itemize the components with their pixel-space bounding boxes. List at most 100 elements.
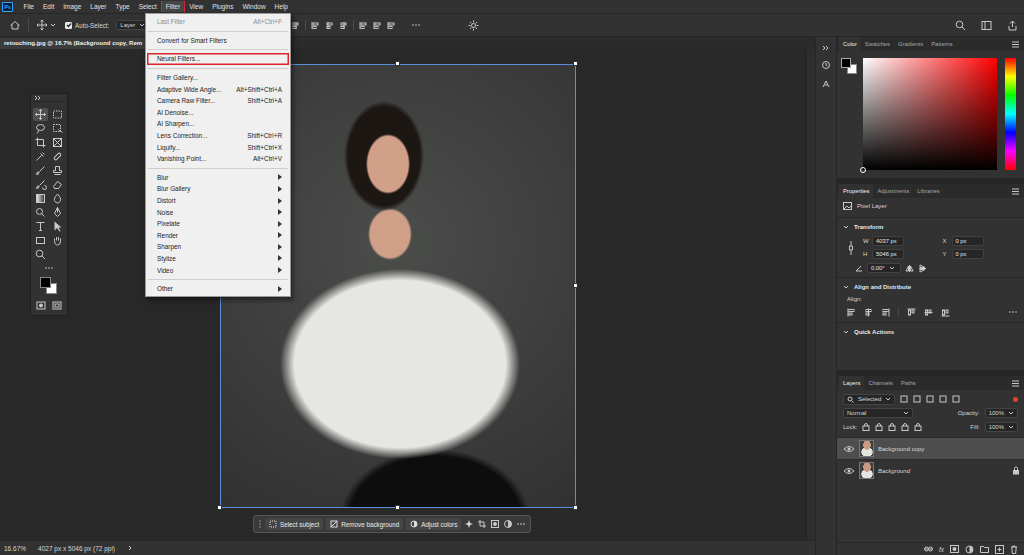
menu-item[interactable]: File [19,1,38,12]
menu-entry[interactable]: Noise [146,206,290,218]
menu-item[interactable]: Blur [147,172,289,184]
more-icon[interactable] [1008,309,1018,315]
lock-position-icon[interactable] [888,423,896,431]
adjustment-layer-icon[interactable] [965,545,974,554]
color-field[interactable] [863,58,997,170]
transform-section[interactable]: Transform [837,221,1024,233]
chevron-icon[interactable] [843,284,849,290]
align-icon[interactable] [847,308,856,317]
add-mask-icon[interactable] [950,545,959,553]
healing-icon[interactable] [50,150,65,163]
layer-filter-value[interactable]: Selected [858,396,881,402]
align-section-title[interactable]: Align and Distribute [854,284,911,290]
menu-item[interactable]: Convert for Smart Filters [147,35,289,47]
grip-icon[interactable] [258,519,262,529]
menu-item-label[interactable]: Render [157,232,178,239]
task-button[interactable]: Select subject [265,518,323,530]
share-icon[interactable] [1007,20,1018,31]
align-icon[interactable] [339,21,348,30]
menu-item[interactable]: Neural Filters... [147,53,289,65]
menu-item[interactable]: Filter Gallery... [147,72,289,84]
menu-entry[interactable]: Filter Gallery... [146,72,290,84]
menu-item[interactable]: Liquify...Shift+Ctrl+X [147,141,289,153]
character-icon[interactable] [821,79,831,89]
menu-item-state[interactable]: Video [157,267,173,274]
task-button-label[interactable]: Adjust colors [421,521,457,528]
layer-filter[interactable]: Selected [843,394,895,405]
document-title[interactable]: retouching.jpg @ 16.7% (Background copy,… [4,40,142,46]
task-button-label[interactable]: Remove background [341,521,399,528]
move-icon[interactable] [36,19,48,31]
chevron-down-icon[interactable] [50,22,56,28]
menu-item-state[interactable]: Stylize [157,255,176,262]
menu-entry[interactable]: AI Denoise... [146,107,290,119]
menu-item-label[interactable]: Neural Filters... [157,55,200,62]
field-value[interactable]: 0 px [956,238,967,244]
toolbox-grip[interactable] [34,94,64,102]
lock-pixels-icon[interactable] [862,423,870,431]
field-input[interactable]: 0 px [952,249,984,259]
menu-item-label[interactable]: Adaptive Wide Angle... [157,86,221,93]
color-swatches[interactable] [38,276,60,296]
panel-menu-icon[interactable] [1011,379,1020,388]
transform-section-title[interactable]: Transform [854,224,883,230]
hand-icon[interactable] [50,234,65,247]
menu-entry[interactable]: Distort [146,195,290,207]
panel-tab[interactable]: Adjustments [873,184,913,198]
transform-handle[interactable] [395,61,400,66]
menu-item-label[interactable]: Liquify... [157,144,180,151]
eraser-icon[interactable] [50,178,65,191]
lock-all-icon[interactable] [914,423,922,431]
adjustment-filter-icon[interactable] [913,395,921,403]
path-select-icon[interactable] [50,220,65,233]
menu-item[interactable]: Sharpen [147,241,289,253]
menu-item[interactable]: Stylize [147,253,289,265]
menu-item-state[interactable]: Convert for Smart Filters [157,37,227,44]
chevron-icon[interactable] [843,224,849,230]
quick-actions-section[interactable]: Quick Actions [837,326,1024,338]
menu-item-label[interactable]: Vanishing Point... [157,155,206,162]
menu-label[interactable]: Layer [87,1,110,12]
menu-entry[interactable]: Blur Gallery [146,183,290,195]
panel-tab[interactable]: Patterns [927,37,957,51]
link-layers-icon[interactable] [924,545,933,553]
hue-slider[interactable] [1005,58,1016,170]
home-icon[interactable] [9,19,21,31]
align-icon[interactable] [941,308,950,317]
align-section[interactable]: Align and Distribute [837,281,1024,293]
auto-select[interactable]: Auto-Select: [65,22,109,29]
chevron-icon[interactable] [843,329,849,335]
quick-mask-icon[interactable] [36,301,46,310]
fill-field[interactable]: 100% [985,422,1018,432]
menu-item[interactable]: AI Denoise... [147,107,289,119]
align-icon[interactable] [291,21,300,30]
menu-item[interactable]: Other [147,283,289,295]
menu-item-label[interactable]: Stylize [157,255,176,262]
frame-icon[interactable] [50,136,65,149]
menu-entry[interactable]: Neural Filters... [146,53,290,65]
task-button[interactable]: Remove background [326,518,403,530]
lasso-icon[interactable] [33,122,48,135]
menu-item-label[interactable]: Blur Gallery [157,185,190,192]
eye-icon[interactable] [843,444,855,454]
menu-item[interactable]: Filter [161,1,184,12]
document-tab[interactable]: retouching.jpg @ 16.7% (Background copy,… [0,38,148,49]
field-input[interactable]: 5046 px [872,249,904,259]
menu-label[interactable]: Help [271,1,291,12]
menu-entry[interactable]: Last FilterAlt+Ctrl+F [146,16,290,28]
menu-item-label[interactable]: Blur [157,174,168,181]
align-icon[interactable] [373,21,382,30]
menu-item[interactable]: Help [270,1,292,12]
mask-icon[interactable] [490,519,500,529]
align-icon[interactable] [311,21,320,30]
panel-tab[interactable]: Properties [839,184,873,198]
pen-icon[interactable] [50,206,65,219]
smart-filter-icon[interactable] [952,395,960,403]
menu-item[interactable]: Vanishing Point...Alt+Ctrl+V [147,153,289,165]
menu-item[interactable]: Distort [147,195,289,207]
menu-entry[interactable]: Vanishing Point...Alt+Ctrl+V [146,153,290,165]
angle-field[interactable]: 0.00° [867,263,901,273]
field-input[interactable]: 0 px [952,236,984,246]
panel-menu-icon[interactable] [1011,187,1020,196]
transform-handle[interactable] [573,61,578,66]
